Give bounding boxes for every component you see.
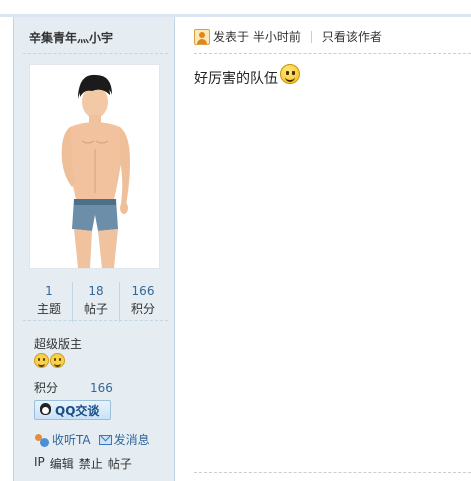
credit-label: 积分 bbox=[34, 381, 59, 395]
ip-link[interactable]: IP bbox=[34, 455, 45, 472]
follow-user-icon bbox=[34, 433, 50, 447]
stat-value[interactable]: 1 bbox=[26, 282, 72, 300]
user-group[interactable]: 超级版主 bbox=[34, 335, 82, 352]
ban-link[interactable]: 禁止 bbox=[79, 455, 103, 472]
stat-value[interactable]: 18 bbox=[73, 282, 119, 300]
post-content: 好厉害的队伍 bbox=[194, 64, 300, 88]
stat-label: 帖子 bbox=[83, 302, 108, 316]
follow-button[interactable]: 收听TA bbox=[34, 431, 91, 448]
avatar[interactable] bbox=[29, 64, 160, 269]
admin-links: IP 编辑 禁止 帖子 bbox=[34, 455, 132, 472]
header-divider bbox=[194, 53, 471, 54]
stat-label: 主题 bbox=[36, 302, 61, 316]
smiley-icon bbox=[50, 353, 65, 368]
mail-icon bbox=[98, 434, 112, 445]
poster-icon bbox=[194, 28, 210, 45]
credit-value: 166 bbox=[90, 381, 113, 395]
smiley-icon bbox=[34, 353, 49, 368]
stat-value[interactable]: 166 bbox=[120, 282, 166, 300]
rank-stars bbox=[34, 353, 65, 368]
send-message-button[interactable]: 发消息 bbox=[98, 431, 150, 448]
author-stats: 1 主题 18 帖子 166 积分 bbox=[26, 282, 166, 322]
post-text: 好厉害的队伍 bbox=[194, 71, 278, 87]
qq-penguin-icon bbox=[39, 403, 52, 417]
avatar-figure-icon bbox=[61, 74, 130, 268]
edit-link[interactable]: 编辑 bbox=[50, 455, 74, 472]
author-panel: 辛集青年灬小宇 1 主题 18 帖子 166 积分 超级版主 积分 166 QQ… bbox=[13, 17, 175, 481]
follow-label: 收听TA bbox=[52, 433, 91, 447]
post-time: 发表于 半小时前 bbox=[213, 30, 301, 44]
qq-chat-label: QQ交谈 bbox=[55, 403, 100, 418]
post-header: 发表于 半小时前 只看该作者 bbox=[194, 28, 382, 45]
smiley-emoji-icon bbox=[280, 64, 300, 84]
qq-chat-button[interactable]: QQ交谈 bbox=[34, 400, 111, 420]
divider bbox=[23, 53, 168, 54]
stat-label: 积分 bbox=[130, 302, 155, 316]
footer-divider bbox=[194, 472, 471, 473]
stat-posts[interactable]: 18 帖子 bbox=[73, 282, 120, 322]
only-author-link[interactable]: 只看该作者 bbox=[322, 28, 382, 45]
author-actions: 收听TA 发消息 bbox=[34, 431, 150, 448]
posts-link[interactable]: 帖子 bbox=[108, 455, 132, 472]
divider bbox=[310, 30, 312, 43]
send-message-label: 发消息 bbox=[113, 433, 150, 447]
author-name[interactable]: 辛集青年灬小宇 bbox=[29, 29, 113, 46]
stat-credits[interactable]: 166 积分 bbox=[120, 282, 166, 322]
top-strip bbox=[0, 0, 471, 17]
credit-row: 积分 166 bbox=[34, 379, 113, 396]
stat-topics[interactable]: 1 主题 bbox=[26, 282, 73, 322]
divider bbox=[23, 320, 168, 321]
